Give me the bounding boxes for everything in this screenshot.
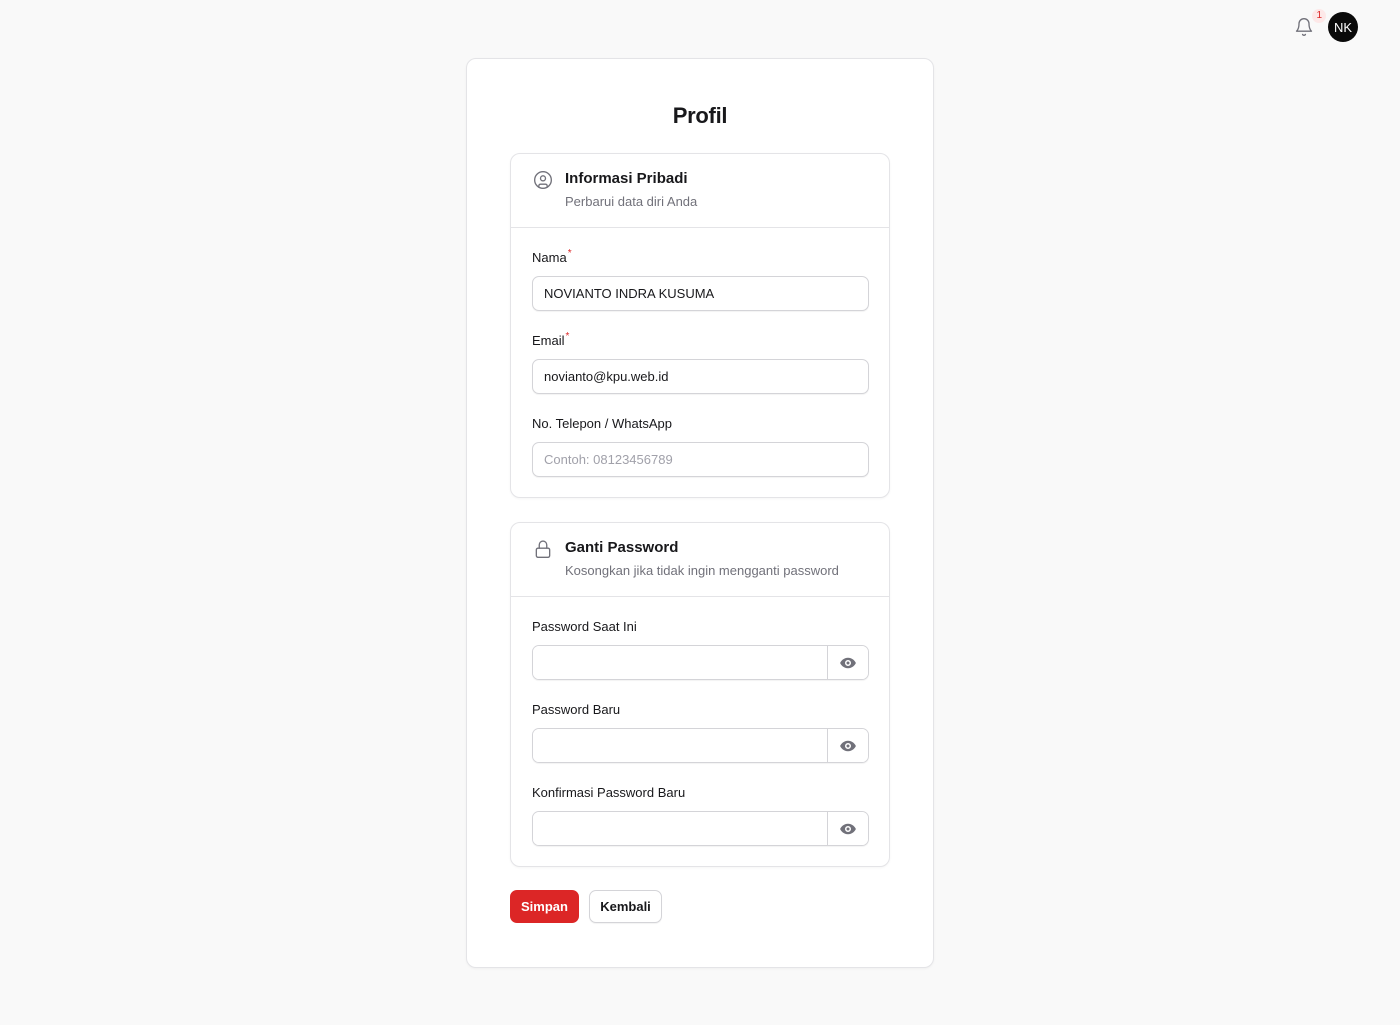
- personal-info-header: Informasi Pribadi Perbarui data diri And…: [511, 154, 889, 228]
- current-password-input[interactable]: [533, 646, 827, 679]
- current-password-label: Password Saat Ini: [532, 619, 637, 634]
- current-password-field: Password Saat Ini: [532, 619, 869, 680]
- lock-icon: [535, 540, 551, 558]
- user-avatar[interactable]: NK: [1328, 12, 1358, 42]
- eye-icon: [840, 823, 856, 834]
- current-password-visibility-toggle[interactable]: [827, 646, 868, 679]
- phone-label: No. Telepon / WhatsApp: [532, 416, 672, 431]
- eye-icon: [840, 657, 856, 668]
- confirm-password-input[interactable]: [533, 812, 827, 845]
- phone-field: No. Telepon / WhatsApp: [532, 416, 869, 477]
- personal-info-description: Perbarui data diri Anda: [565, 194, 698, 209]
- name-field: Nama*: [532, 248, 869, 311]
- password-section: Ganti Password Kosongkan jika tidak ingi…: [510, 522, 890, 867]
- form-actions: Simpan Kembali: [510, 890, 662, 923]
- new-password-visibility-toggle[interactable]: [827, 729, 868, 762]
- name-input[interactable]: [532, 276, 869, 311]
- email-field: Email*: [532, 331, 869, 394]
- required-marker: *: [567, 248, 572, 259]
- current-password-group: [532, 645, 869, 680]
- required-marker: *: [565, 331, 570, 342]
- name-label: Nama*: [532, 248, 572, 265]
- profile-card: Profil Informasi Pribadi Perbarui data d…: [466, 58, 934, 968]
- back-button[interactable]: Kembali: [589, 890, 662, 923]
- password-section-description: Kosongkan jika tidak ingin mengganti pas…: [565, 563, 839, 578]
- personal-info-title: Informasi Pribadi: [565, 170, 688, 187]
- confirm-password-label: Konfirmasi Password Baru: [532, 785, 686, 800]
- personal-info-body: Nama* Email* No. Telepon / WhatsApp: [511, 228, 889, 497]
- password-header: Ganti Password Kosongkan jika tidak ingi…: [511, 523, 889, 597]
- new-password-label: Password Baru: [532, 702, 621, 717]
- confirm-password-group: [532, 811, 869, 846]
- email-input[interactable]: [532, 359, 869, 394]
- user-circle-icon: [534, 171, 552, 189]
- notification-count-badge: 1: [1312, 9, 1326, 23]
- password-body: Password Saat Ini Password Baru Konfirma…: [511, 597, 889, 866]
- new-password-field: Password Baru: [532, 702, 869, 763]
- top-bar: 1 NK: [1292, 9, 1358, 42]
- personal-info-section: Informasi Pribadi Perbarui data diri And…: [510, 153, 890, 498]
- bell-icon: [1295, 18, 1313, 36]
- page-title: Profil: [672, 103, 728, 128]
- new-password-group: [532, 728, 869, 763]
- eye-icon: [840, 740, 856, 751]
- new-password-input[interactable]: [533, 729, 827, 762]
- password-section-title: Ganti Password: [565, 539, 679, 556]
- notifications-button[interactable]: 1: [1292, 9, 1326, 39]
- save-button[interactable]: Simpan: [510, 890, 579, 923]
- phone-input[interactable]: [532, 442, 869, 477]
- email-label: Email*: [532, 331, 570, 348]
- confirm-password-visibility-toggle[interactable]: [827, 812, 868, 845]
- confirm-password-field: Konfirmasi Password Baru: [532, 785, 869, 846]
